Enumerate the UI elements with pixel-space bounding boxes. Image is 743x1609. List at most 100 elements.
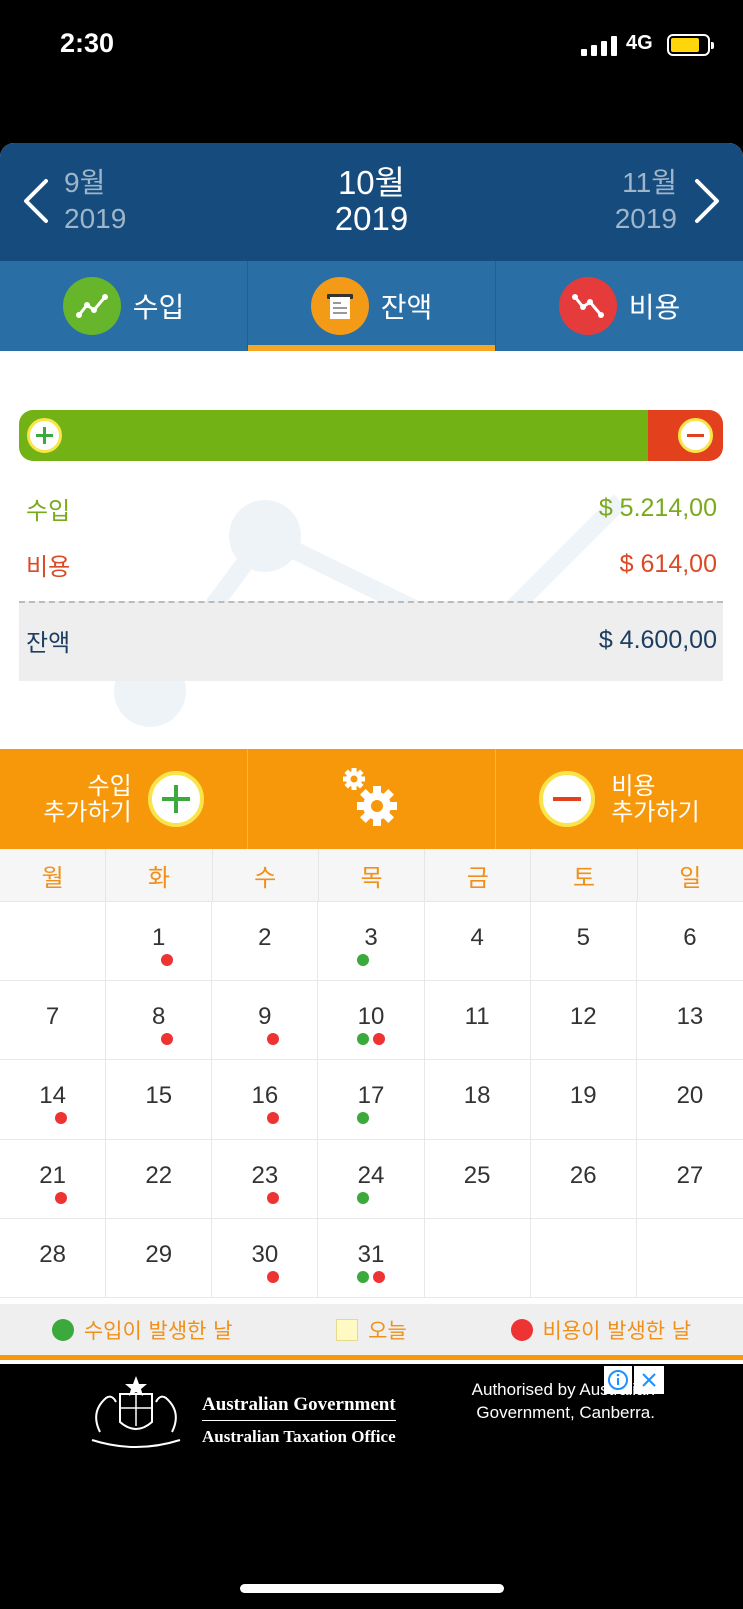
add-expense-button[interactable]: 비용 추가하기 <box>496 749 743 849</box>
calendar-day[interactable]: 21 <box>0 1139 107 1219</box>
weekday-label: 금 <box>425 849 532 901</box>
calendar-day[interactable]: 31 <box>318 1218 425 1298</box>
day-number: 27 <box>676 1161 704 1189</box>
month-header: 9월 2019 10월 2019 11월 2019 <box>0 143 743 261</box>
calendar-day[interactable]: 27 <box>636 1140 743 1219</box>
day-number: 28 <box>39 1240 66 1268</box>
add-expense-label-2: 추가하기 <box>611 798 700 826</box>
legend-expense: 비용이 발생한 날 <box>510 1315 692 1345</box>
calendar-day[interactable]: 10 <box>318 981 425 1061</box>
event-dots <box>318 1191 423 1204</box>
calendar-day[interactable]: 12 <box>530 981 637 1061</box>
tab-label: 수입 <box>132 291 185 324</box>
weekday-header: 월 화 수 목 금 토 일 <box>0 849 743 902</box>
day-number: 20 <box>676 1082 704 1110</box>
calendar-day[interactable]: 13 <box>636 981 743 1061</box>
plus-icon <box>147 771 204 827</box>
calendar-day[interactable]: 5 <box>530 902 637 982</box>
status-bar: 2:30 4G <box>0 0 743 95</box>
expense-dot-icon <box>54 1191 67 1204</box>
ad-line-1: Australian Government <box>202 1394 396 1421</box>
calendar-day[interactable]: 24 <box>318 1139 425 1219</box>
expense-dot-icon <box>160 1033 173 1046</box>
calendar-day[interactable]: 22 <box>106 1139 213 1219</box>
add-expense-label-1: 비용 <box>611 772 656 800</box>
calendar-day[interactable]: 23 <box>212 1139 319 1219</box>
calendar-day[interactable]: 14 <box>0 1060 107 1140</box>
calendar-day[interactable]: 18 <box>424 1060 531 1140</box>
day-number: 5 <box>576 924 590 952</box>
event-dots <box>318 1270 423 1283</box>
calendar-day[interactable]: 28 <box>0 1218 107 1298</box>
day-number: 21 <box>39 1161 66 1189</box>
calendar-day[interactable]: 29 <box>106 1218 213 1298</box>
event-dots <box>0 1112 105 1125</box>
day-number: 11 <box>464 1003 490 1031</box>
income-amount: $ 5.214,00 <box>598 494 717 522</box>
calendar-day[interactable]: 11 <box>424 981 531 1061</box>
day-number: 7 <box>45 1003 60 1031</box>
calendar-day[interactable]: 17 <box>318 1060 425 1140</box>
info-icon[interactable] <box>604 1366 632 1394</box>
income-row: 수입 $ 5.214,00 <box>26 491 717 526</box>
signal-icon <box>581 36 617 56</box>
calendar-day[interactable]: 3 <box>318 902 425 982</box>
battery-icon <box>667 34 714 56</box>
add-income-label-1: 수입 <box>87 772 132 800</box>
next-month[interactable]: 11월 2019 <box>615 165 677 237</box>
legend-income: 수입이 발생한 날 <box>51 1315 232 1345</box>
today-square-icon <box>336 1318 359 1341</box>
day-number: 29 <box>145 1240 173 1268</box>
close-icon[interactable] <box>634 1366 664 1394</box>
day-number: 1 <box>152 924 166 952</box>
income-label: 수입 <box>26 497 71 525</box>
day-number: 3 <box>364 924 378 952</box>
day-number: 19 <box>569 1082 597 1110</box>
calendar-day[interactable]: 25 <box>424 1139 531 1219</box>
expense-dot-icon <box>160 954 173 966</box>
plus-circle-icon <box>26 417 63 454</box>
calendar-day[interactable]: 19 <box>530 1060 637 1140</box>
calendar-day[interactable]: 8 <box>106 981 213 1061</box>
tab-label: 잔액 <box>380 291 433 324</box>
tab-income[interactable]: 수입 <box>0 261 248 351</box>
day-number: 23 <box>251 1161 279 1189</box>
event-dots <box>212 1191 317 1204</box>
ad-banner[interactable]: Australian Government Australian Taxatio… <box>0 1364 743 1474</box>
income-dot-icon <box>356 1033 369 1046</box>
legend-expense-label: 비용이 발생한 날 <box>542 1318 692 1343</box>
day-number: 9 <box>258 1003 272 1031</box>
calendar-day[interactable]: 6 <box>636 902 743 982</box>
weekday-label: 월 <box>0 849 107 901</box>
expense-dot-icon <box>54 1112 67 1125</box>
add-income-button[interactable]: 수입 추가하기 <box>0 749 248 849</box>
calendar-day[interactable]: 26 <box>530 1139 637 1219</box>
event-dots <box>318 954 423 966</box>
day-number: 17 <box>357 1082 385 1110</box>
calendar-day[interactable]: 4 <box>424 902 531 982</box>
settings-button[interactable] <box>248 749 496 849</box>
balance-amount: $ 4.600,00 <box>598 626 717 654</box>
calendar-day[interactable]: 15 <box>106 1060 213 1140</box>
tab-expense[interactable]: 비용 <box>496 261 743 351</box>
expense-dot-icon <box>372 1270 385 1283</box>
calendar-day[interactable]: 9 <box>212 981 319 1061</box>
home-indicator[interactable] <box>240 1584 504 1593</box>
calendar-day[interactable]: 16 <box>212 1060 319 1140</box>
calendar-day[interactable]: 1 <box>106 902 213 982</box>
calendar-grid: 1 2 3 4 5 6 7 8 9 10 11 12 13 14 15 16 17 18 19 20 21 22 23 24 2… <box>0 902 743 1298</box>
chevron-right-icon[interactable] <box>687 173 727 229</box>
calendar-day[interactable]: 7 <box>0 981 107 1061</box>
calendar-day[interactable]: 20 <box>636 1060 743 1140</box>
day-number: 25 <box>463 1161 491 1189</box>
app-container: 9월 2019 10월 2019 11월 2019 수입 잔액 비용 수입 $ … <box>0 143 743 1364</box>
day-number: 15 <box>145 1082 173 1110</box>
expense-label: 비용 <box>26 553 71 581</box>
calendar-day[interactable]: 30 <box>212 1218 319 1298</box>
ad-line-2: Australian Taxation Office <box>202 1427 396 1446</box>
event-dots <box>212 1033 317 1046</box>
day-number: 31 <box>357 1240 385 1268</box>
tab-balance[interactable]: 잔액 <box>248 261 496 351</box>
day-number: 13 <box>676 1003 704 1031</box>
calendar-day[interactable]: 2 <box>212 902 319 982</box>
